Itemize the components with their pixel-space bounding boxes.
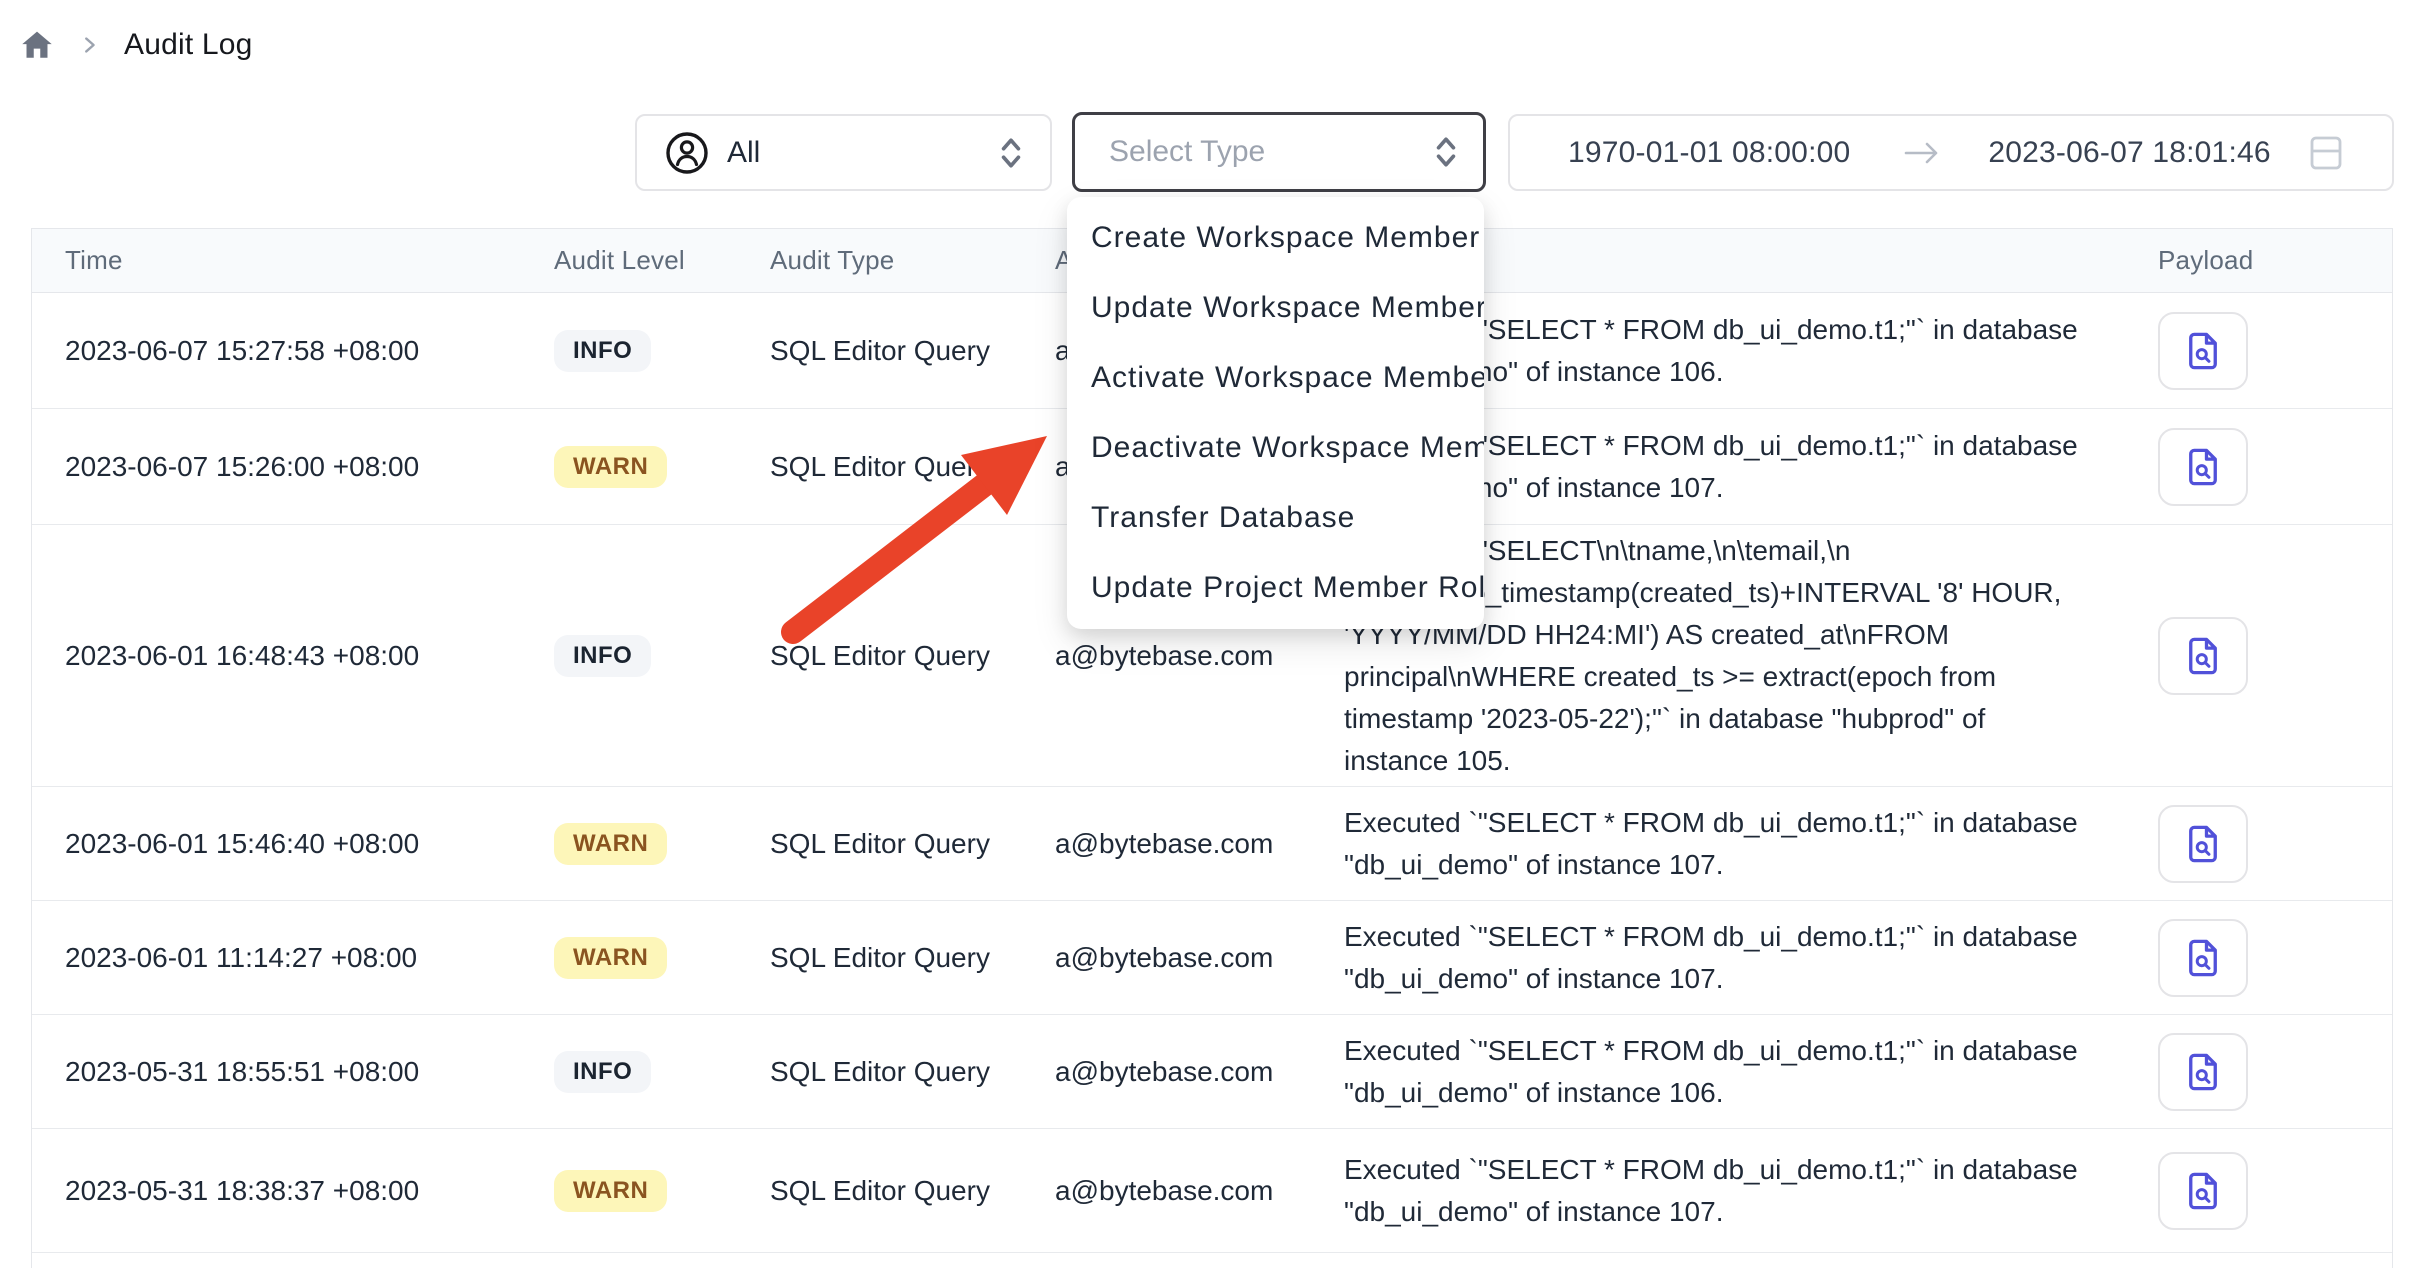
actor-filter-select[interactable]: All bbox=[635, 114, 1052, 191]
chevron-right-icon bbox=[78, 34, 100, 56]
cell-time: 2023-05-31 18:55:51 +08:00 bbox=[32, 1015, 554, 1128]
view-payload-button[interactable] bbox=[2158, 1152, 2248, 1230]
audit-level-badge: INFO bbox=[554, 635, 651, 677]
audit-level-badge: WARN bbox=[554, 1170, 667, 1212]
chevron-updown-icon bbox=[998, 136, 1024, 170]
dropdown-option-activate-workspace-member[interactable]: Activate Workspace Member bbox=[1067, 343, 1484, 413]
dropdown-option-create-workspace-member[interactable]: Create Workspace Member bbox=[1067, 203, 1484, 273]
cell-audit-type: SQL Editor Query bbox=[770, 901, 1055, 1014]
user-icon bbox=[665, 131, 709, 175]
cell-actor: a@bytebase.com bbox=[1055, 787, 1344, 900]
cell-time: 2023-06-07 15:26:00 +08:00 bbox=[32, 409, 554, 524]
view-payload-button[interactable] bbox=[2158, 919, 2248, 997]
calendar-icon[interactable] bbox=[2309, 134, 2343, 172]
view-payload-button[interactable] bbox=[2158, 1033, 2248, 1111]
audit-log-page: Audit Log All Select Type 1970-01-01 08:… bbox=[0, 0, 2410, 1268]
cell-time: 2023-06-01 16:48:43 +08:00 bbox=[32, 525, 554, 786]
column-header-payload: Payload bbox=[2158, 245, 2392, 276]
audit-level-badge: INFO bbox=[554, 330, 651, 372]
table-row: 2023-05-31 18:38:37 +08:00 WARN SQL Edit… bbox=[32, 1129, 2392, 1253]
home-icon[interactable] bbox=[20, 28, 54, 62]
cell-time: 2023-06-01 11:14:27 +08:00 bbox=[32, 901, 554, 1014]
type-filter-placeholder: Select Type bbox=[1109, 135, 1265, 169]
dropdown-option-update-workspace-member[interactable]: Update Workspace Member Role bbox=[1067, 273, 1484, 343]
cell-comment: Executed `"SELECT * FROM db_ui_demo.t1;"… bbox=[1344, 916, 2078, 1000]
view-payload-button[interactable] bbox=[2158, 428, 2248, 506]
cell-audit-type: SQL Editor Query bbox=[770, 409, 1055, 524]
cell-actor: a@bytebase.com bbox=[1055, 1015, 1344, 1128]
cell-comment: Executed `"SELECT * FROM db_ui_demo.t1;"… bbox=[1344, 1030, 2078, 1114]
dropdown-option-transfer-database[interactable]: Transfer Database bbox=[1067, 483, 1484, 553]
type-filter-select[interactable]: Select Type bbox=[1072, 112, 1486, 192]
cell-audit-type: SQL Editor Query bbox=[770, 1129, 1055, 1252]
cell-time: 2023-06-07 15:27:58 +08:00 bbox=[32, 293, 554, 408]
file-search-icon bbox=[2182, 1049, 2224, 1095]
date-range-picker[interactable]: 1970-01-01 08:00:00 2023-06-07 18:01:46 bbox=[1508, 114, 2394, 191]
table-row-partial bbox=[32, 1253, 2392, 1268]
cell-audit-type: SQL Editor Query bbox=[770, 525, 1055, 786]
view-payload-button[interactable] bbox=[2158, 805, 2248, 883]
view-payload-button[interactable] bbox=[2158, 617, 2248, 695]
table-row: 2023-06-01 15:46:40 +08:00 WARN SQL Edit… bbox=[32, 787, 2392, 901]
cell-actor: a@bytebase.com bbox=[1055, 1129, 1344, 1252]
audit-level-badge: WARN bbox=[554, 446, 667, 488]
file-search-icon bbox=[2182, 935, 2224, 981]
cell-audit-type: SQL Editor Query bbox=[770, 787, 1055, 900]
date-range-start[interactable]: 1970-01-01 08:00:00 bbox=[1568, 136, 1850, 170]
page-title: Audit Log bbox=[124, 28, 253, 62]
view-payload-button[interactable] bbox=[2158, 312, 2248, 390]
column-header-audit-level: Audit Level bbox=[554, 245, 770, 276]
cell-comment: Executed `"SELECT * FROM db_ui_demo.t1;"… bbox=[1344, 802, 2078, 886]
file-search-icon bbox=[2182, 633, 2224, 679]
chevron-updown-icon bbox=[1433, 135, 1459, 169]
file-search-icon bbox=[2182, 1168, 2224, 1214]
file-search-icon bbox=[2182, 328, 2224, 374]
date-range-end[interactable]: 2023-06-07 18:01:46 bbox=[1988, 136, 2270, 170]
audit-level-badge: WARN bbox=[554, 937, 667, 979]
audit-level-badge: WARN bbox=[554, 823, 667, 865]
cell-audit-type: SQL Editor Query bbox=[770, 293, 1055, 408]
type-select-dropdown: Create Workspace Member Update Workspace… bbox=[1067, 197, 1484, 629]
cell-time: 2023-06-01 15:46:40 +08:00 bbox=[32, 787, 554, 900]
cell-time: 2023-05-31 18:38:37 +08:00 bbox=[32, 1129, 554, 1252]
cell-actor: a@bytebase.com bbox=[1055, 901, 1344, 1014]
file-search-icon bbox=[2182, 444, 2224, 490]
cell-comment: Executed `"SELECT * FROM db_ui_demo.t1;"… bbox=[1344, 1149, 2078, 1233]
arrow-right-icon bbox=[1902, 139, 1942, 167]
dropdown-option-update-project-member[interactable]: Update Project Member Role bbox=[1067, 553, 1484, 623]
table-row: 2023-05-31 18:55:51 +08:00 INFO SQL Edit… bbox=[32, 1015, 2392, 1129]
dropdown-option-deactivate-workspace-member[interactable]: Deactivate Workspace Member bbox=[1067, 413, 1484, 483]
breadcrumb: Audit Log bbox=[20, 28, 253, 62]
column-header-audit-type: Audit Type bbox=[770, 245, 1055, 276]
audit-level-badge: INFO bbox=[554, 1051, 651, 1093]
cell-audit-type: SQL Editor Query bbox=[770, 1015, 1055, 1128]
actor-filter-value: All bbox=[727, 136, 760, 170]
file-search-icon bbox=[2182, 821, 2224, 867]
table-row: 2023-06-01 11:14:27 +08:00 WARN SQL Edit… bbox=[32, 901, 2392, 1015]
column-header-time: Time bbox=[32, 245, 554, 276]
